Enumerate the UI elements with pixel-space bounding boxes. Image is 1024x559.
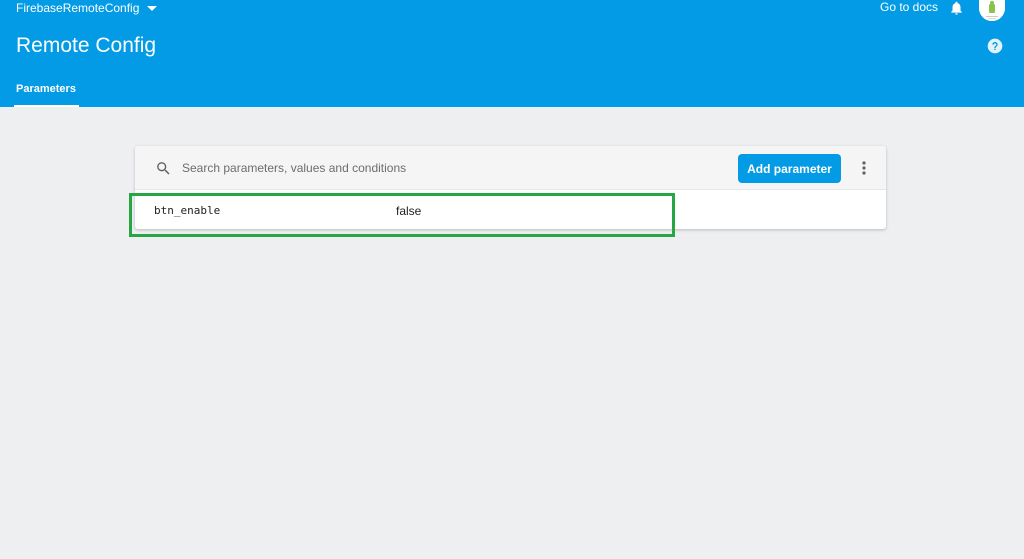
add-parameter-button[interactable]: Add parameter: [738, 154, 841, 183]
caret-down-icon: [147, 5, 158, 11]
user-avatar[interactable]: [979, 0, 1005, 21]
parameter-value: false: [396, 204, 422, 218]
project-name: FirebaseRemoteConfig: [16, 1, 140, 15]
active-tab-indicator: [14, 105, 79, 107]
parameter-key: btn_enable: [154, 204, 221, 217]
project-switcher[interactable]: FirebaseRemoteConfig: [16, 1, 158, 15]
app-header: FirebaseRemoteConfig Go to docs Remote C…: [0, 0, 1024, 107]
go-to-docs-link[interactable]: Go to docs: [880, 0, 938, 14]
tab-parameters[interactable]: Parameters: [14, 82, 79, 107]
card-toolbar: Add parameter: [135, 146, 886, 190]
more-vert-icon[interactable]: [857, 160, 871, 176]
tab-label: Parameters: [16, 83, 76, 95]
parameters-card: Add parameter btn_enable false: [135, 146, 886, 229]
android-robot-icon: [979, 0, 1005, 21]
bell-icon[interactable]: [948, 0, 965, 16]
parameter-row[interactable]: btn_enable false: [135, 191, 886, 229]
help-icon[interactable]: [987, 38, 1003, 54]
search-input[interactable]: [182, 158, 702, 178]
page-title: Remote Config: [16, 34, 157, 57]
search-icon: [157, 162, 170, 175]
